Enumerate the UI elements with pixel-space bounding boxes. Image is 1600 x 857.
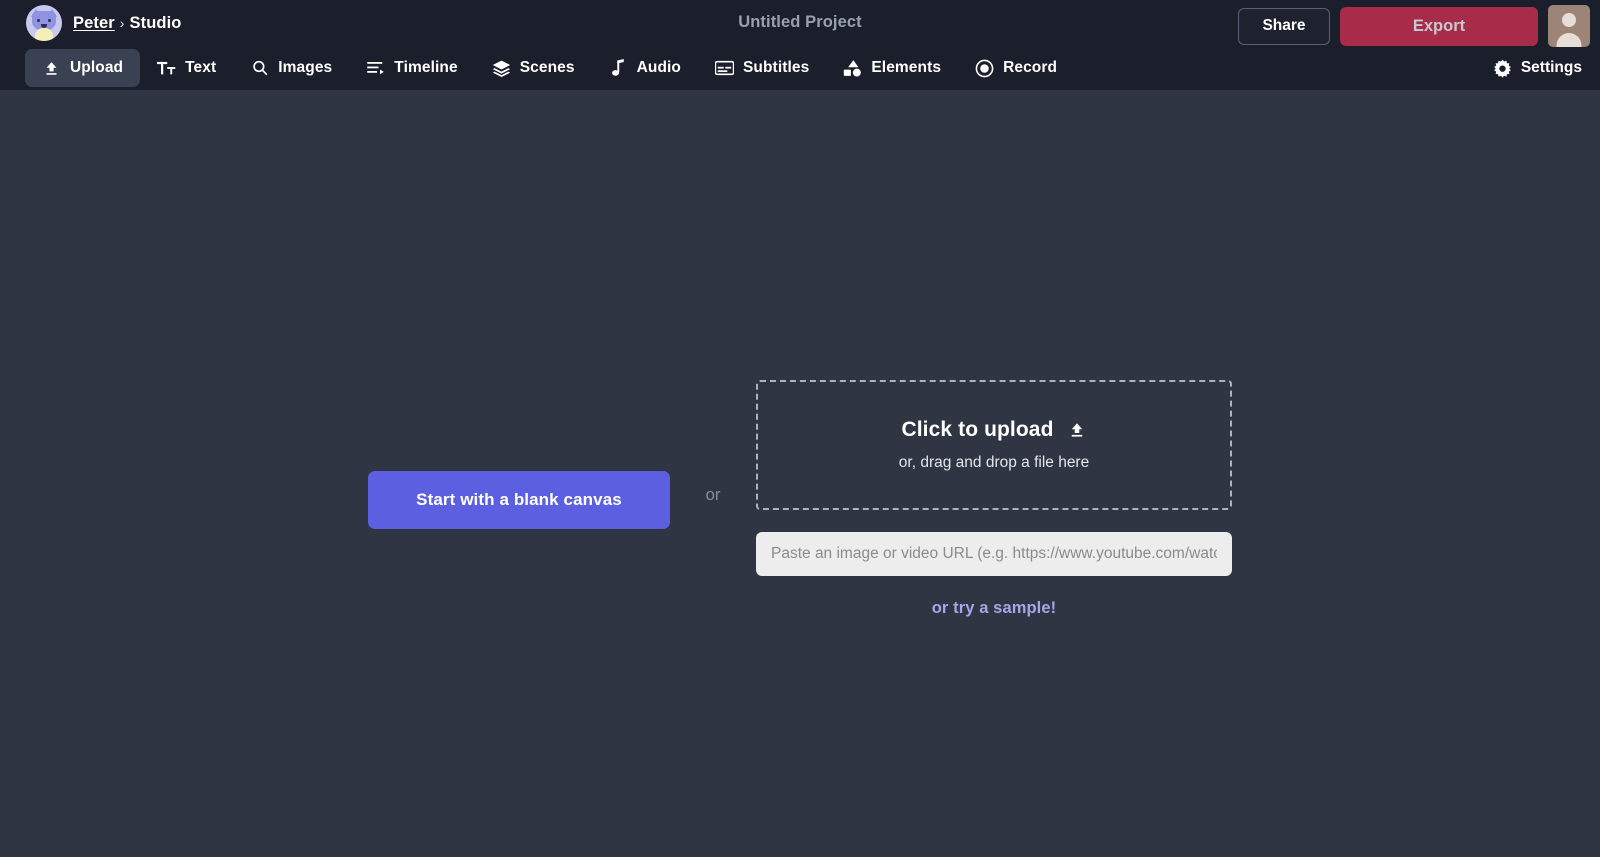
cat-eye-right — [48, 19, 51, 22]
dropzone-subtitle: or, drag and drop a file here — [899, 454, 1089, 472]
gear-icon — [1493, 59, 1512, 78]
nav-item-upload[interactable]: Upload — [25, 49, 140, 87]
nav-item-audio-label: Audio — [637, 59, 681, 77]
settings-button[interactable]: Settings — [1493, 49, 1582, 87]
or-divider: or — [670, 380, 756, 505]
main-canvas: Start with a blank canvas or Click to up… — [0, 90, 1600, 857]
header-top-bar: Peter › Studio Untitled Project Share Ex… — [0, 0, 1600, 46]
nav-item-text[interactable]: Text — [140, 49, 233, 87]
cat-avatar-icon[interactable] — [26, 5, 62, 41]
dropzone-title-row: Click to upload — [901, 418, 1086, 442]
nav-item-subtitles[interactable]: Subtitles — [698, 49, 826, 87]
avatar-body — [1557, 33, 1582, 47]
search-icon — [250, 59, 269, 78]
share-button[interactable]: Share — [1238, 8, 1330, 45]
upload-icon — [1068, 421, 1087, 440]
cat-eye-left — [37, 19, 40, 22]
breadcrumb-user-link[interactable]: Peter — [73, 14, 115, 33]
breadcrumb: Peter › Studio — [0, 0, 181, 46]
nav-item-record[interactable]: Record — [958, 49, 1074, 87]
nav-item-elements[interactable]: Elements — [826, 49, 958, 87]
nav-item-elements-label: Elements — [871, 59, 941, 77]
user-avatar-icon[interactable] — [1548, 5, 1590, 47]
text-icon — [157, 59, 176, 78]
export-button[interactable]: Export — [1340, 7, 1538, 46]
nav-item-upload-label: Upload — [70, 59, 123, 77]
settings-label: Settings — [1521, 59, 1582, 77]
nav-item-timeline[interactable]: Timeline — [349, 49, 474, 87]
nav-item-text-label: Text — [185, 59, 216, 77]
media-url-input[interactable] — [756, 532, 1232, 576]
blank-canvas-column: Start with a blank canvas — [368, 380, 670, 529]
nav-item-audio[interactable]: Audio — [592, 49, 698, 87]
nav-item-timeline-label: Timeline — [394, 59, 457, 77]
breadcrumb-separator: › — [120, 15, 125, 31]
main-nav: Upload Text Images — [0, 46, 1600, 90]
upload-icon — [42, 59, 61, 78]
upload-column: Click to upload or, drag and drop a file… — [756, 380, 1232, 618]
shapes-icon — [843, 59, 862, 78]
timeline-icon — [366, 59, 385, 78]
app-header: Peter › Studio Untitled Project Share Ex… — [0, 0, 1600, 90]
nav-item-subtitles-label: Subtitles — [743, 59, 809, 77]
breadcrumb-section: Studio — [130, 14, 182, 33]
music-note-icon — [609, 59, 628, 78]
upload-dropzone[interactable]: Click to upload or, drag and drop a file… — [756, 380, 1232, 510]
avatar-head — [1562, 13, 1576, 27]
header-actions: Share Export — [1238, 5, 1590, 47]
record-icon — [975, 59, 994, 78]
layers-icon — [492, 59, 511, 78]
nav-item-scenes-label: Scenes — [520, 59, 575, 77]
nav-item-scenes[interactable]: Scenes — [475, 49, 592, 87]
dropzone-title: Click to upload — [901, 418, 1053, 442]
nav-item-record-label: Record — [1003, 59, 1057, 77]
nav-item-images-label: Images — [278, 59, 332, 77]
subtitles-icon — [715, 59, 734, 78]
start-blank-canvas-button[interactable]: Start with a blank canvas — [368, 471, 670, 529]
nav-item-images[interactable]: Images — [233, 49, 349, 87]
start-options: Start with a blank canvas or Click to up… — [0, 380, 1600, 618]
cat-bib — [35, 28, 53, 41]
try-sample-link[interactable]: or try a sample! — [932, 599, 1056, 618]
breadcrumb-trail: Peter › Studio — [73, 14, 181, 33]
